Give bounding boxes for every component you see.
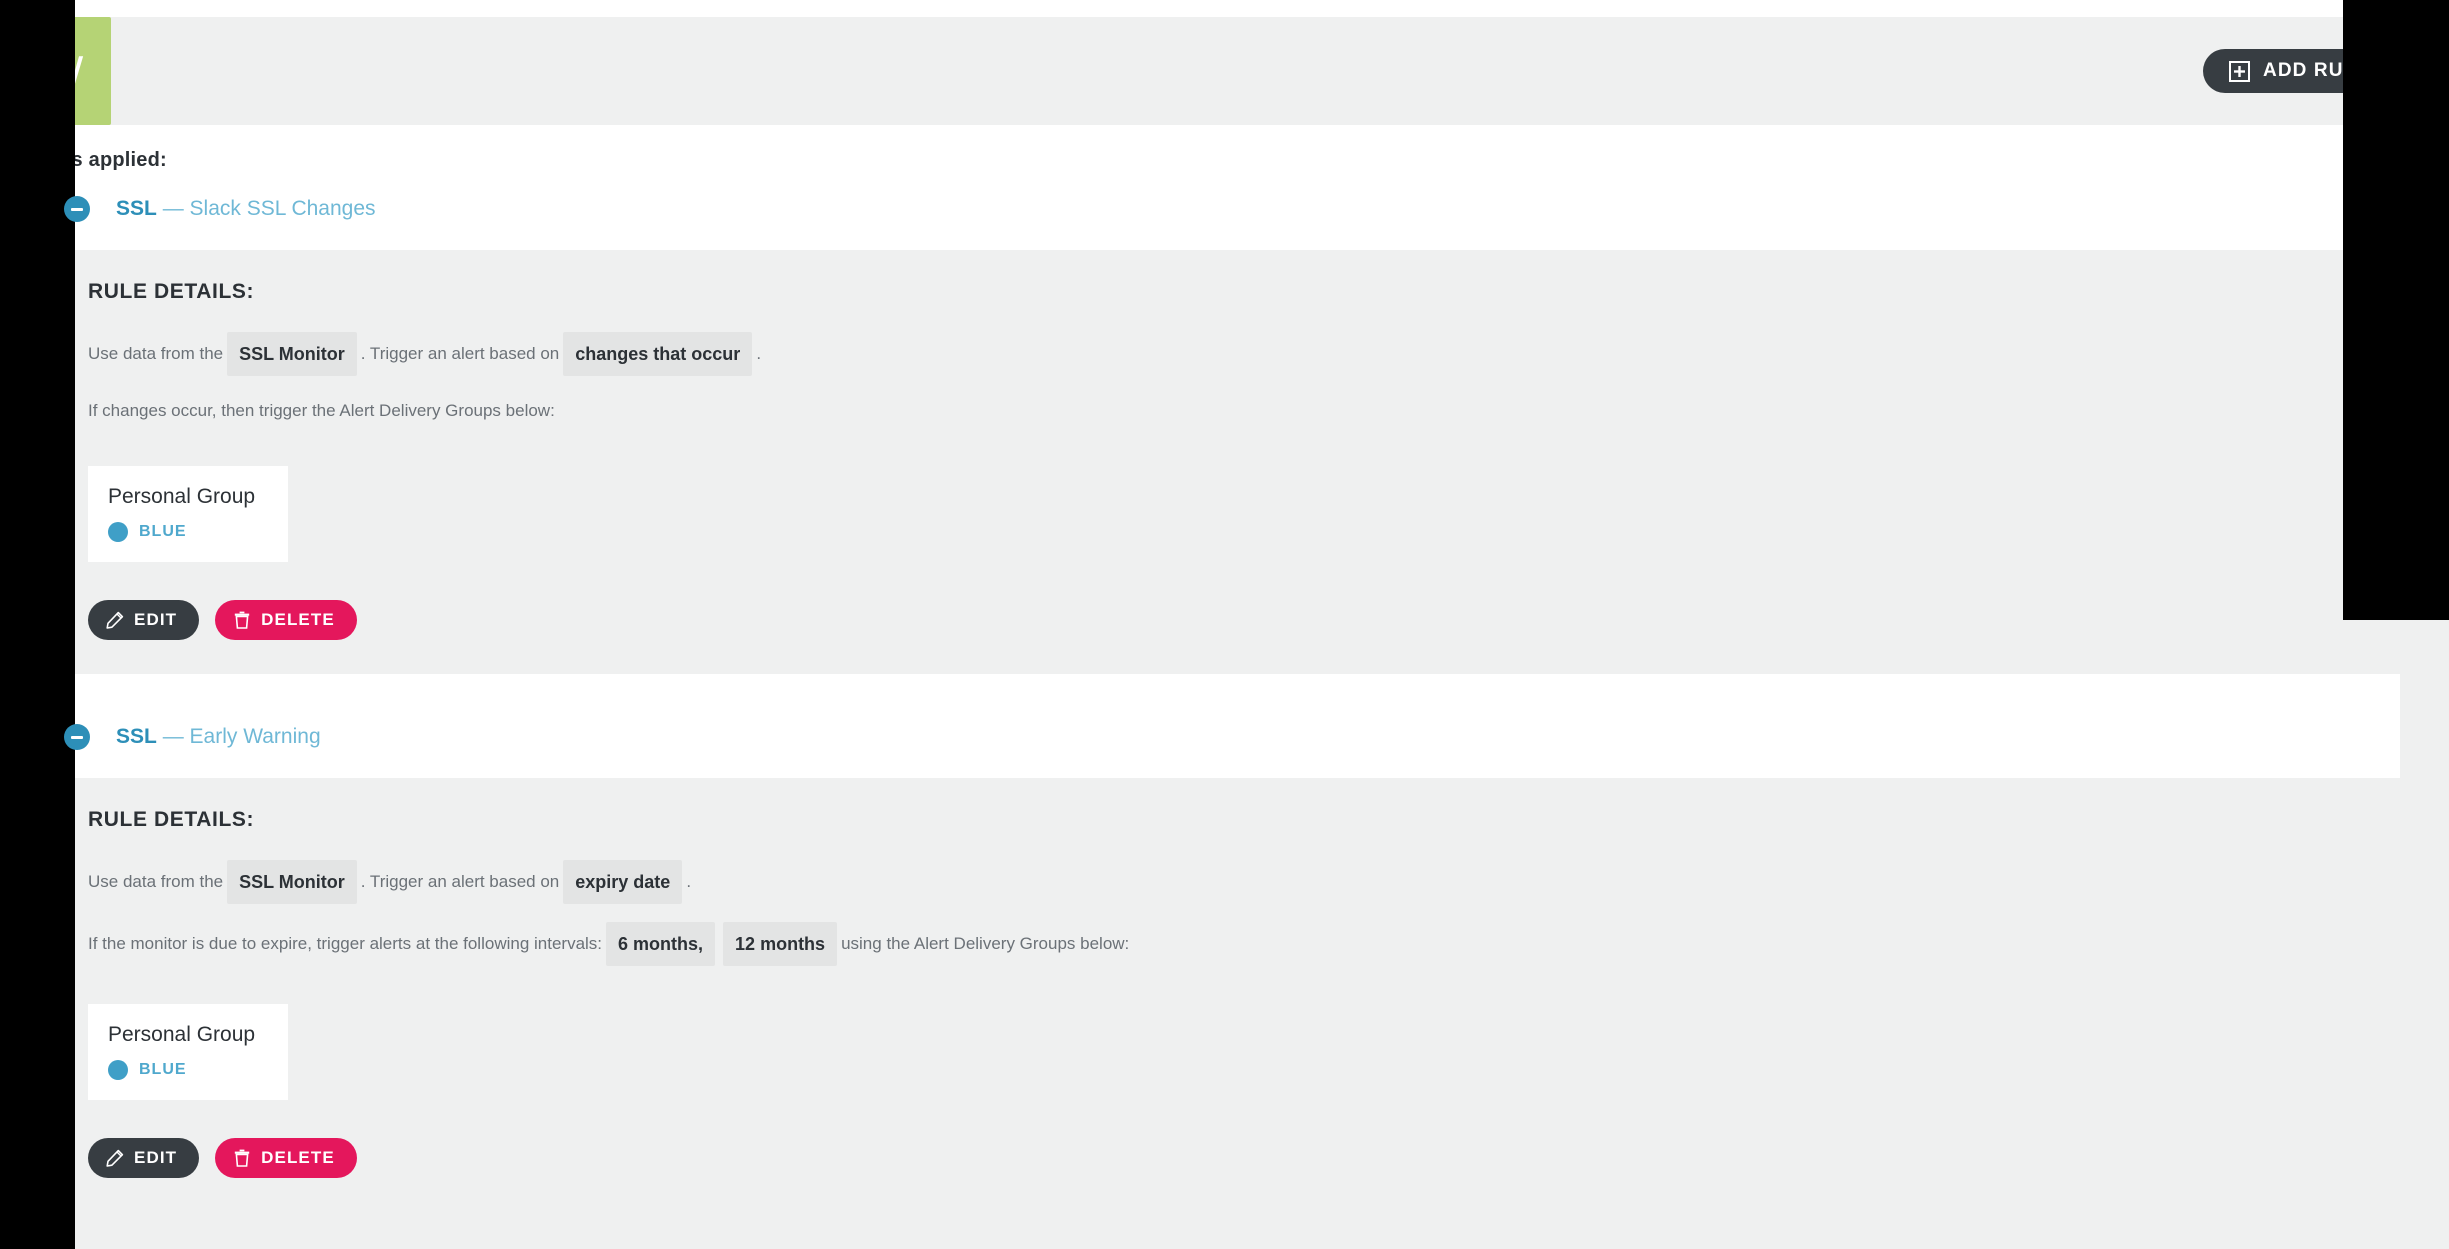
edit-button[interactable]: EDIT (88, 600, 200, 640)
rule-detail-line-intervals: If the monitor is due to expire, trigger… (88, 922, 2400, 966)
rule-block: SSL — Early Warning RULE DETAILS: Use da… (0, 718, 2400, 1193)
browser-page: W ADD RULE 4 rules applied: (0, 0, 2400, 1193)
screen-backdrop: W ADD RULE 4 rules applied: (0, 0, 2449, 1249)
delete-button[interactable]: DELETE (215, 600, 357, 640)
interval-token[interactable]: 12 months (723, 922, 838, 966)
minus-circle-icon[interactable] (64, 724, 90, 750)
rule-action-buttons: EDIT DELETE (88, 1138, 2400, 1178)
pencil-icon (106, 1149, 124, 1167)
rule-type: SSL (116, 197, 157, 220)
detail-text: Use data from the (88, 872, 224, 891)
rule-details-panel: RULE DETAILS: Use data from the SSL Moni… (66, 250, 2400, 674)
group-name: Personal Group (108, 485, 256, 508)
pencil-icon (106, 611, 124, 629)
detail-text: . Trigger an alert based on (360, 344, 560, 363)
detail-text: If changes occur, then trigger the Alert… (88, 401, 555, 420)
rule-header[interactable]: SSL — Slack SSL Changes (0, 190, 2400, 228)
app-header: W ADD RULE (0, 17, 2400, 125)
group-color-label: BLUE (139, 1061, 187, 1078)
rule-detail-line-source: Use data from the SSL Monitor . Trigger … (88, 860, 2400, 904)
rule-title[interactable]: SSL — Slack SSL Changes (116, 197, 376, 221)
trigger-token[interactable]: changes that occur (563, 332, 753, 376)
left-black-gutter (0, 0, 75, 1249)
rule-title-separator: — (162, 197, 184, 220)
delete-label: DELETE (261, 610, 335, 629)
detail-text: . Trigger an alert based on (360, 872, 560, 891)
interval-token[interactable]: 6 months, (606, 922, 716, 966)
minus-circle-icon[interactable] (64, 196, 90, 222)
rule-header[interactable]: SSL — Early Warning (0, 718, 2400, 756)
group-color-row: BLUE (108, 522, 264, 542)
right-black-gutter (2343, 0, 2449, 620)
alert-delivery-group-card[interactable]: Personal Group BLUE (88, 1004, 288, 1100)
rule-detail-line-source: Use data from the SSL Monitor . Trigger … (88, 332, 2400, 376)
trash-icon (233, 611, 251, 629)
rule-details-panel: RULE DETAILS: Use data from the SSL Moni… (66, 778, 2400, 1193)
color-dot-icon (108, 1060, 128, 1080)
trash-icon (233, 1149, 251, 1167)
rule-title[interactable]: SSL — Early Warning (116, 725, 321, 749)
delete-button[interactable]: DELETE (215, 1138, 357, 1178)
edit-label: EDIT (134, 610, 178, 629)
rule-name: Slack SSL Changes (189, 197, 376, 220)
detail-text: using the Alert Delivery Groups below: (841, 934, 1130, 953)
rule-details-heading: RULE DETAILS: (88, 280, 255, 303)
monitor-token[interactable]: SSL Monitor (227, 332, 357, 376)
group-name: Personal Group (108, 1023, 256, 1046)
rule-block: SSL — Slack SSL Changes RULE DETAILS: Us… (0, 190, 2400, 674)
delete-label: DELETE (261, 1148, 335, 1167)
rule-details-heading: RULE DETAILS: (88, 808, 255, 831)
trigger-token[interactable]: expiry date (563, 860, 683, 904)
detail-text: Use data from the (88, 344, 224, 363)
group-color-label: BLUE (139, 523, 187, 540)
edit-button[interactable]: EDIT (88, 1138, 200, 1178)
edit-label: EDIT (134, 1148, 178, 1167)
rule-name: Early Warning (189, 725, 321, 748)
monitor-token[interactable]: SSL Monitor (227, 860, 357, 904)
detail-text: If the monitor is due to expire, trigger… (88, 934, 603, 953)
rule-detail-line-delivery: If changes occur, then trigger the Alert… (88, 394, 2400, 428)
add-box-icon (2229, 60, 2251, 82)
rule-type: SSL (116, 725, 157, 748)
color-dot-icon (108, 522, 128, 542)
detail-text: . (756, 344, 762, 363)
rules-content: 4 rules applied: SSL — Slack SSL Changes (0, 149, 2400, 1193)
group-color-row: BLUE (108, 1060, 264, 1080)
rules-list: SSL — Slack SSL Changes RULE DETAILS: Us… (0, 190, 2400, 1193)
rules-applied-count: 4 rules applied: (17, 149, 167, 171)
rule-action-buttons: EDIT DELETE (88, 600, 2400, 640)
rule-title-separator: — (162, 725, 184, 748)
detail-text: . (686, 872, 692, 891)
alert-delivery-group-card[interactable]: Personal Group BLUE (88, 466, 288, 562)
